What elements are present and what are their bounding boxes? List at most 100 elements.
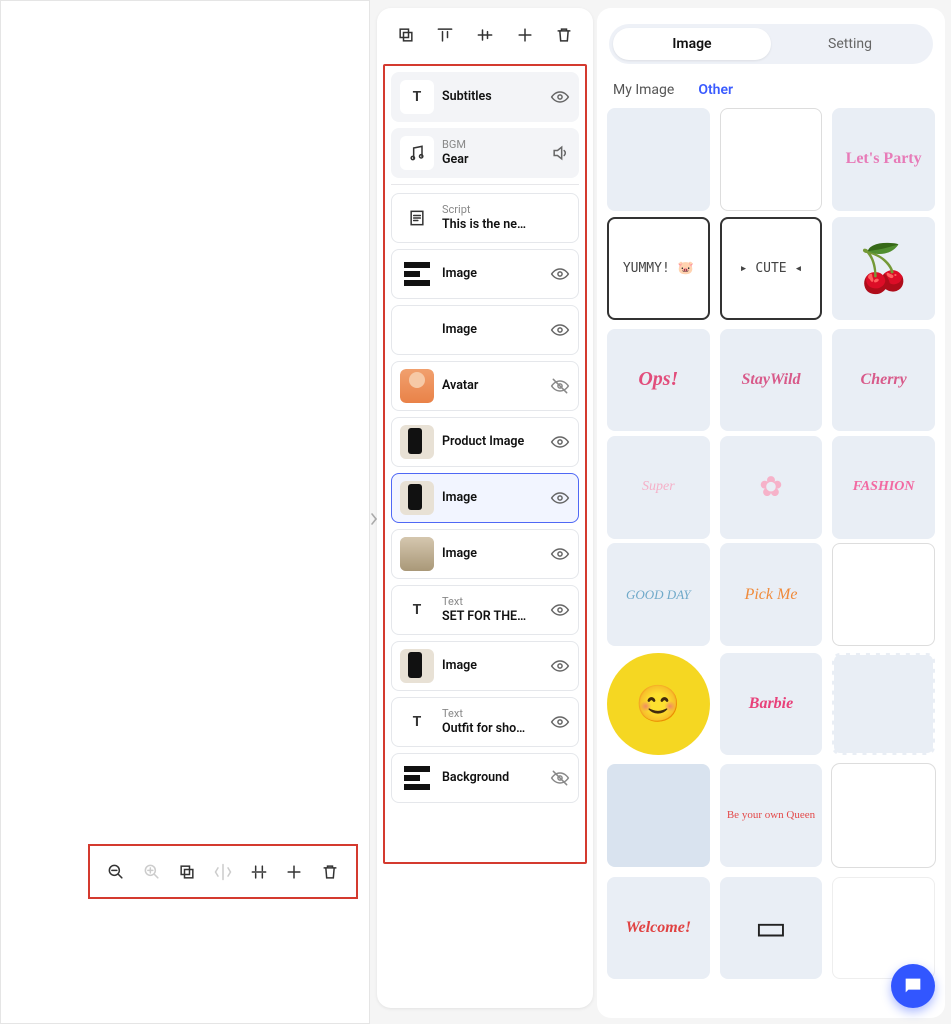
- eye-icon[interactable]: [550, 544, 570, 564]
- layer-thumb: [400, 537, 434, 571]
- asset-item[interactable]: [832, 653, 935, 756]
- layer-item[interactable]: T TextOutfit for sho…: [391, 697, 579, 747]
- canvas-area: [0, 0, 370, 1024]
- layer-item[interactable]: Image: [391, 249, 579, 299]
- eye-icon[interactable]: [550, 87, 570, 107]
- copy-icon[interactable]: [395, 24, 417, 46]
- layer-label: ScriptThis is the ne…: [442, 203, 570, 232]
- layer-thumb: [400, 201, 434, 235]
- asset-item[interactable]: ✿: [720, 436, 823, 539]
- asset-tabbar: My Image Other: [597, 74, 945, 108]
- asset-item[interactable]: YUMMY! 🐷: [607, 217, 710, 320]
- layer-label: Image: [442, 658, 542, 674]
- assets-panel: Image Setting My Image Other Let's Party…: [597, 8, 945, 1018]
- asset-item[interactable]: [832, 764, 935, 867]
- layer-thumb: T: [400, 80, 434, 114]
- layer-label: Background: [442, 770, 542, 786]
- layer-item[interactable]: BGMGear: [391, 128, 579, 178]
- layer-label: Image: [442, 322, 542, 338]
- layer-label: Image: [442, 490, 542, 506]
- layer-thumb: [400, 369, 434, 403]
- asset-item[interactable]: 🍒: [832, 217, 935, 320]
- layer-item[interactable]: Image: [391, 529, 579, 579]
- asset-item[interactable]: [607, 108, 710, 211]
- layer-label: Avatar: [442, 378, 542, 394]
- asset-item[interactable]: Super: [607, 436, 710, 539]
- asset-item[interactable]: Barbie: [720, 653, 823, 756]
- asset-item[interactable]: 😊: [607, 653, 710, 756]
- layer-thumb: [400, 313, 434, 347]
- plus-icon[interactable]: [514, 24, 536, 46]
- layer-label: TextOutfit for sho…: [442, 707, 542, 736]
- layer-thumb: T: [400, 705, 434, 739]
- layer-label: Product Image: [442, 434, 542, 450]
- layer-item[interactable]: Image: [391, 641, 579, 691]
- plus-icon[interactable]: [280, 858, 308, 886]
- asset-item[interactable]: Be your own Queen: [720, 764, 823, 867]
- eye-icon[interactable]: [550, 432, 570, 452]
- eye-icon[interactable]: [550, 600, 570, 620]
- eye-off-icon[interactable]: [550, 768, 570, 788]
- zoom-in-icon: [138, 858, 166, 886]
- asset-item[interactable]: StayWild: [720, 329, 823, 432]
- align-center-icon[interactable]: [474, 24, 496, 46]
- layer-item[interactable]: Image: [391, 473, 579, 523]
- layer-item[interactable]: Avatar: [391, 361, 579, 411]
- layer-item[interactable]: T TextSET FOR THE…: [391, 585, 579, 635]
- asset-item[interactable]: Let's Party: [832, 108, 935, 211]
- eye-icon[interactable]: [550, 264, 570, 284]
- asset-item[interactable]: [832, 877, 935, 980]
- asset-item[interactable]: [832, 543, 935, 646]
- asset-item[interactable]: Ops!: [607, 329, 710, 432]
- segment-setting[interactable]: Setting: [771, 28, 929, 60]
- layer-thumb: [400, 481, 434, 515]
- layer-label: Subtitles: [442, 89, 542, 105]
- layer-item[interactable]: Product Image: [391, 417, 579, 467]
- asset-item[interactable]: ▸ CUTE ◂: [720, 217, 823, 320]
- asset-item[interactable]: Pick Me: [720, 543, 823, 646]
- layer-label: TextSET FOR THE…: [442, 595, 542, 624]
- align-top-icon[interactable]: [434, 24, 456, 46]
- layers-panel: T Subtitles BGMGear ScriptThis is the ne… Im…: [377, 8, 593, 1008]
- trash-icon[interactable]: [553, 24, 575, 46]
- layer-item[interactable]: T Subtitles: [391, 72, 579, 122]
- layer-item[interactable]: ScriptThis is the ne…: [391, 193, 579, 243]
- eye-icon[interactable]: [550, 320, 570, 340]
- flip-horizontal-icon: [209, 858, 237, 886]
- trash-icon[interactable]: [316, 858, 344, 886]
- chat-bubble-button[interactable]: [891, 964, 935, 1008]
- asset-item[interactable]: ▭: [720, 877, 823, 980]
- layer-thumb: [400, 257, 434, 291]
- sound-icon[interactable]: [550, 143, 570, 163]
- layers-list: T Subtitles BGMGear ScriptThis is the ne… Im…: [383, 64, 587, 864]
- copy-icon[interactable]: [173, 858, 201, 886]
- eye-icon[interactable]: [550, 488, 570, 508]
- layer-divider: [391, 184, 579, 185]
- eye-off-icon[interactable]: [550, 376, 570, 396]
- layer-label: BGMGear: [442, 138, 542, 167]
- eye-icon[interactable]: [550, 712, 570, 732]
- layer-label: Image: [442, 546, 542, 562]
- layer-thumb: T: [400, 593, 434, 627]
- asset-item[interactable]: [720, 108, 823, 211]
- tab-other[interactable]: Other: [698, 82, 733, 98]
- layer-item[interactable]: Background: [391, 753, 579, 803]
- tab-my-image[interactable]: My Image: [613, 82, 674, 98]
- asset-item[interactable]: [607, 764, 710, 867]
- layer-thumb: [400, 425, 434, 459]
- layer-thumb: [400, 649, 434, 683]
- eye-icon[interactable]: [550, 656, 570, 676]
- asset-item[interactable]: Welcome!: [607, 877, 710, 980]
- segment-image[interactable]: Image: [613, 28, 771, 60]
- asset-item[interactable]: Cherry: [832, 329, 935, 432]
- align-horizontal-icon[interactable]: [245, 858, 273, 886]
- zoom-out-icon[interactable]: [102, 858, 130, 886]
- layer-thumb: [400, 761, 434, 795]
- asset-item[interactable]: FASHION: [832, 436, 935, 539]
- layer-thumb: [400, 136, 434, 170]
- layer-item[interactable]: Image: [391, 305, 579, 355]
- asset-item[interactable]: GOOD DAY: [607, 543, 710, 646]
- asset-grid: Let's Party YUMMY! 🐷▸ CUTE ◂🍒 Ops!StayWild…: [597, 108, 945, 988]
- canvas-toolbar: [88, 844, 358, 899]
- layer-label: Image: [442, 266, 542, 282]
